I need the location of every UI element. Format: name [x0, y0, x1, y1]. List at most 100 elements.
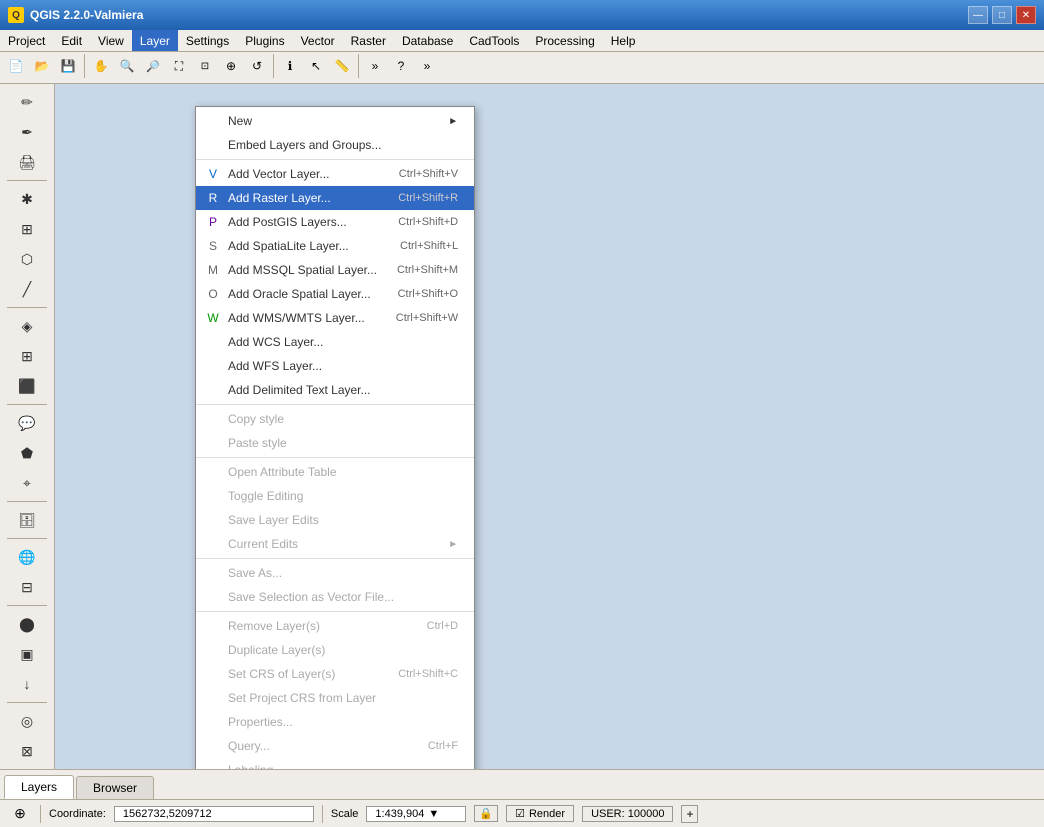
add-oracle-shortcut: Ctrl+Shift+O — [398, 288, 459, 300]
title-bar-controls: — □ ✕ — [968, 6, 1036, 24]
help-btn[interactable]: ? — [389, 54, 413, 78]
annotation-btn[interactable]: 💬 — [13, 409, 41, 437]
new-project-btn[interactable]: 📄 — [4, 54, 28, 78]
remove-layer-icon — [204, 617, 222, 635]
measure-btn[interactable]: 📏 — [330, 54, 354, 78]
menu-item-add-spatialite[interactable]: S Add SpatiaLite Layer... Ctrl+Shift+L — [196, 234, 474, 258]
capture-btn[interactable]: ⌖ — [13, 469, 41, 497]
zoom-selection-btn[interactable]: ⊕ — [219, 54, 243, 78]
add-postgis-shortcut: Ctrl+Shift+D — [398, 216, 458, 228]
pencil-btn[interactable]: ✒ — [13, 118, 41, 146]
menu-item-add-wcs[interactable]: Add WCS Layer... — [196, 330, 474, 354]
toggle-editing-icon — [204, 487, 222, 505]
menu-item-add-mssql[interactable]: M Add MSSQL Spatial Layer... Ctrl+Shift+… — [196, 258, 474, 282]
open-btn[interactable]: 📂 — [30, 54, 54, 78]
menu-item-embed-layers[interactable]: Embed Layers and Groups... — [196, 133, 474, 157]
grid-btn[interactable]: ⊞ — [13, 342, 41, 370]
overview-btn[interactable]: ⊟ — [13, 573, 41, 601]
menu-item-add-vector[interactable]: V Add Vector Layer... Ctrl+Shift+V — [196, 162, 474, 186]
menu-item-add-wfs[interactable]: Add WFS Layer... — [196, 354, 474, 378]
polygon-btn[interactable]: ⬡ — [13, 245, 41, 273]
menu-item-add-raster[interactable]: R Add Raster Layer... Ctrl+Shift+R — [196, 186, 474, 210]
measure2-btn[interactable]: ⬟ — [13, 439, 41, 467]
more-btn2[interactable]: » — [415, 54, 439, 78]
menu-database[interactable]: Database — [394, 30, 461, 51]
select2-btn[interactable]: ⊞ — [13, 215, 41, 243]
menu-view[interactable]: View — [90, 30, 132, 51]
save-btn[interactable]: 💾 — [56, 54, 80, 78]
add-vector-shortcut: Ctrl+Shift+V — [399, 168, 458, 180]
render-checkbox: ☑ — [515, 807, 525, 820]
magnifier-btn[interactable]: + — [681, 805, 698, 823]
toolbar-sep-2 — [273, 54, 274, 78]
line-btn[interactable]: ╱ — [13, 275, 41, 303]
add-delimited-icon — [204, 381, 222, 399]
node-btn[interactable]: ◈ — [13, 312, 41, 340]
render-button[interactable]: ☑ Render — [506, 805, 574, 822]
menu-item-add-oracle[interactable]: O Add Oracle Spatial Layer... Ctrl+Shift… — [196, 282, 474, 306]
plugin2-btn[interactable]: ▣ — [13, 640, 41, 668]
menu-layer[interactable]: Layer — [132, 30, 178, 51]
duplicate-layer-icon — [204, 641, 222, 659]
menu-plugins[interactable]: Plugins — [237, 30, 292, 51]
save-edits-label: Save Layer Edits — [228, 513, 458, 527]
lock-scale-btn[interactable]: 🔒 — [474, 805, 498, 822]
menu-raster[interactable]: Raster — [343, 30, 394, 51]
menu-item-add-delimited[interactable]: Add Delimited Text Layer... — [196, 378, 474, 402]
menu-help[interactable]: Help — [603, 30, 644, 51]
left-sep-7 — [7, 702, 47, 703]
save-selection-icon — [204, 588, 222, 606]
zoom-full-btn[interactable]: ⛶ — [167, 54, 191, 78]
menu-item-add-wms[interactable]: W Add WMS/WMTS Layer... Ctrl+Shift+W — [196, 306, 474, 330]
menu-item-properties: Properties... — [196, 710, 474, 734]
print-btn[interactable]: 🖨 — [13, 148, 41, 176]
menu-settings[interactable]: Settings — [178, 30, 237, 51]
status-gps-btn[interactable]: ⊕ — [8, 802, 32, 826]
layer-btn[interactable]: ⬛ — [13, 372, 41, 400]
menu-processing[interactable]: Processing — [527, 30, 602, 51]
add-postgis-icon: P — [204, 213, 222, 231]
minimize-button[interactable]: — — [968, 6, 988, 24]
zoom-in-btn[interactable]: 🔍 — [115, 54, 139, 78]
scale-dropdown-icon[interactable]: ▼ — [428, 808, 439, 820]
plugin3-btn[interactable]: ↓ — [13, 670, 41, 698]
menu-item-new[interactable]: New ► — [196, 109, 474, 133]
plugin4-btn[interactable]: ◎ — [13, 707, 41, 735]
maximize-button[interactable]: □ — [992, 6, 1012, 24]
identify2-btn[interactable]: ✱ — [13, 185, 41, 213]
tab-layers[interactable]: Layers — [4, 775, 74, 799]
toggle-editing-label: Toggle Editing — [228, 489, 458, 503]
refresh-btn[interactable]: ↺ — [245, 54, 269, 78]
query-label: Query... — [228, 739, 408, 753]
close-button[interactable]: ✕ — [1016, 6, 1036, 24]
properties-icon — [204, 713, 222, 731]
set-crs-shortcut: Ctrl+Shift+C — [398, 668, 458, 680]
menu-vector[interactable]: Vector — [293, 30, 343, 51]
scale-value[interactable]: 1:439,904 ▼ — [366, 806, 466, 822]
menu-edit[interactable]: Edit — [53, 30, 90, 51]
tab-browser[interactable]: Browser — [76, 776, 154, 799]
plugin1-btn[interactable]: ⬤ — [13, 610, 41, 638]
plugin5-btn[interactable]: ⊠ — [13, 737, 41, 765]
status-sep-1 — [40, 805, 41, 823]
db-btn[interactable]: 🗄 — [13, 506, 41, 534]
identify-btn[interactable]: ℹ — [278, 54, 302, 78]
digitize-btn[interactable]: ✏ — [13, 88, 41, 116]
add-mssql-shortcut: Ctrl+Shift+M — [397, 264, 458, 276]
render-label: Render — [529, 808, 565, 820]
left-sep-4 — [7, 501, 47, 502]
zoom-layer-btn[interactable]: ⊡ — [193, 54, 217, 78]
app-icon: Q — [8, 7, 24, 23]
add-mssql-label: Add MSSQL Spatial Layer... — [228, 263, 377, 277]
wms-btn[interactable]: 🌐 — [13, 543, 41, 571]
more-tools-btn[interactable]: » — [363, 54, 387, 78]
left-sep-2 — [7, 307, 47, 308]
zoom-out-btn[interactable]: 🔎 — [141, 54, 165, 78]
pan-btn[interactable]: ✋ — [89, 54, 113, 78]
menu-project[interactable]: Project — [0, 30, 53, 51]
select-btn[interactable]: ↖ — [304, 54, 328, 78]
menu-cadtools[interactable]: CadTools — [461, 30, 527, 51]
add-oracle-icon: O — [204, 285, 222, 303]
menu-item-add-postgis[interactable]: P Add PostGIS Layers... Ctrl+Shift+D — [196, 210, 474, 234]
left-sep-5 — [7, 538, 47, 539]
